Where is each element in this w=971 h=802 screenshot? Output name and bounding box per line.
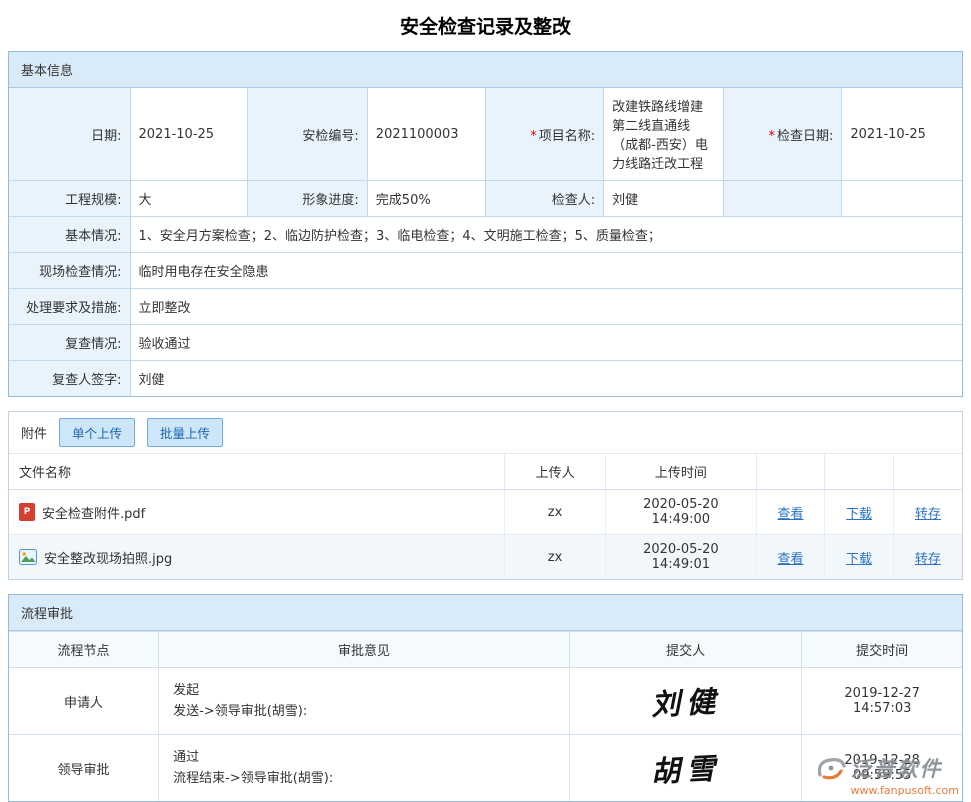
uploader: zx: [505, 535, 606, 580]
progress-label: 形象进度:: [247, 181, 367, 217]
col-flow-node: 流程节点: [9, 632, 159, 668]
attachments-table: 文件名称 上传人 上传时间 P 安全检查附件.pdf zx 2020-05-20…: [9, 454, 962, 579]
attachment-row: 安全整改现场拍照.jpg zx 2020-05-20 14:49:01 查看 下…: [9, 535, 962, 580]
submitter-signature: 刘健: [650, 678, 722, 724]
col-action-3: [893, 454, 962, 490]
save-as-link[interactable]: 转存: [915, 552, 941, 567]
basic-situation-label: 基本情况:: [9, 217, 130, 253]
col-submit-time: 提交时间: [802, 632, 962, 668]
row-review-sign: 复查人签字: 刘健: [9, 361, 962, 397]
approval-row: 申请人 发起 发送->领导审批(胡雪): 刘健 2019-12-27 14:57…: [9, 668, 962, 735]
image-file-icon: [19, 549, 37, 565]
row-basic-situation: 基本情况: 1、安全月方案检查；2、临边防护检查；3、临电检查；4、文明施工检查…: [9, 217, 962, 253]
view-link[interactable]: 查看: [777, 552, 803, 567]
site-check-label: 现场检查情况:: [9, 253, 130, 289]
empty-value-cell: [842, 181, 962, 217]
date-label: 日期:: [9, 88, 130, 181]
col-action-2: [825, 454, 894, 490]
row-scale: 工程规模: 大 形象进度: 完成50% 检查人: 刘健: [9, 181, 962, 217]
row-site-check: 现场检查情况: 临时用电存在安全隐患: [9, 253, 962, 289]
view-link[interactable]: 查看: [777, 507, 803, 522]
basic-info-panel: 基本信息 日期: 2021-10-25 安检编号: 2021100003 *项目…: [8, 51, 963, 397]
upload-time: 2020-05-20 14:49:01: [606, 535, 757, 580]
row-measures: 处理要求及措施: 立即整改: [9, 289, 962, 325]
uploader: zx: [505, 490, 606, 535]
pdf-file-icon: P: [19, 503, 35, 521]
inspector-label: 检查人:: [485, 181, 603, 217]
approval-panel: 流程审批 流程节点 审批意见 提交人 提交时间 申请人 发起 发送->领导审批(…: [8, 594, 963, 802]
project-name-label: *项目名称:: [485, 88, 603, 181]
review-value: 验收通过: [130, 325, 962, 361]
measures-value: 立即整改: [130, 289, 962, 325]
approval-section-title: 流程审批: [9, 595, 962, 631]
opinion-line: 发起: [173, 680, 555, 701]
flow-node: 领导审批: [9, 735, 159, 802]
required-mark: *: [768, 129, 775, 144]
required-mark: *: [530, 129, 537, 144]
check-date-value: 2021-10-25: [842, 88, 962, 181]
submitter-signature: 胡雪: [650, 745, 722, 791]
save-as-link[interactable]: 转存: [915, 507, 941, 522]
single-upload-button[interactable]: 单个上传: [59, 418, 135, 447]
submit-time: 2019-12-28 09:59:55: [802, 735, 962, 802]
attachments-header: 附件 单个上传 批量上传: [9, 412, 962, 454]
review-sign-label: 复查人签字:: [9, 361, 130, 397]
review-sign-value: 刘健: [130, 361, 962, 397]
attachments-panel: 附件 单个上传 批量上传 文件名称 上传人 上传时间 P 安全检查附件.pdf …: [8, 411, 963, 580]
row-review: 复查情况: 验收通过: [9, 325, 962, 361]
inspection-no-value: 2021100003: [367, 88, 485, 181]
file-name: 安全整改现场拍照.jpg: [44, 548, 172, 567]
attachments-section-title: 附件: [21, 423, 47, 442]
inspector-value: 刘健: [604, 181, 724, 217]
attachments-header-row: 文件名称 上传人 上传时间: [9, 454, 962, 490]
flow-node: 申请人: [9, 668, 159, 735]
upload-time: 2020-05-20 14:49:00: [606, 490, 757, 535]
date-value: 2021-10-25: [130, 88, 247, 181]
review-label: 复查情况:: [9, 325, 130, 361]
basic-info-section-title: 基本信息: [9, 52, 962, 88]
measures-label: 处理要求及措施:: [9, 289, 130, 325]
row-date: 日期: 2021-10-25 安检编号: 2021100003 *项目名称: 改…: [9, 88, 962, 181]
opinion-line: 发送->领导审批(胡雪):: [173, 701, 555, 722]
download-link[interactable]: 下载: [846, 552, 872, 567]
scale-label: 工程规模:: [9, 181, 130, 217]
basic-info-table: 日期: 2021-10-25 安检编号: 2021100003 *项目名称: 改…: [9, 88, 962, 396]
approval-row: 领导审批 通过 流程结束->领导审批(胡雪): 胡雪 2019-12-28 09…: [9, 735, 962, 802]
inspection-no-label: 安检编号:: [247, 88, 367, 181]
page-title: 安全检查记录及整改: [0, 6, 971, 51]
col-action-1: [756, 454, 825, 490]
progress-value: 完成50%: [367, 181, 485, 217]
site-check-value: 临时用电存在安全隐患: [130, 253, 962, 289]
col-uploader: 上传人: [505, 454, 606, 490]
opinion-line: 流程结束->领导审批(胡雪):: [173, 768, 555, 789]
col-upload-time: 上传时间: [606, 454, 757, 490]
download-link[interactable]: 下载: [846, 507, 872, 522]
project-name-value: 改建铁路线增建第二线直通线（成都-西安）电力线路迁改工程: [604, 88, 724, 181]
file-name: 安全检查附件.pdf: [42, 503, 145, 522]
attachment-row: P 安全检查附件.pdf zx 2020-05-20 14:49:00 查看 下…: [9, 490, 962, 535]
col-file-name: 文件名称: [9, 454, 505, 490]
empty-label-cell: [724, 181, 842, 217]
col-approval-opinion: 审批意见: [159, 632, 570, 668]
scale-value: 大: [130, 181, 247, 217]
batch-upload-button[interactable]: 批量上传: [147, 418, 223, 447]
check-date-label: *检查日期:: [724, 88, 842, 181]
submit-time: 2019-12-27 14:57:03: [802, 668, 962, 735]
opinion-line: 通过: [173, 747, 555, 768]
col-submitter: 提交人: [569, 632, 802, 668]
approval-table: 流程节点 审批意见 提交人 提交时间 申请人 发起 发送->领导审批(胡雪): …: [9, 631, 962, 801]
basic-situation-value: 1、安全月方案检查；2、临边防护检查；3、临电检查；4、文明施工检查；5、质量检…: [130, 217, 962, 253]
approval-header-row: 流程节点 审批意见 提交人 提交时间: [9, 632, 962, 668]
